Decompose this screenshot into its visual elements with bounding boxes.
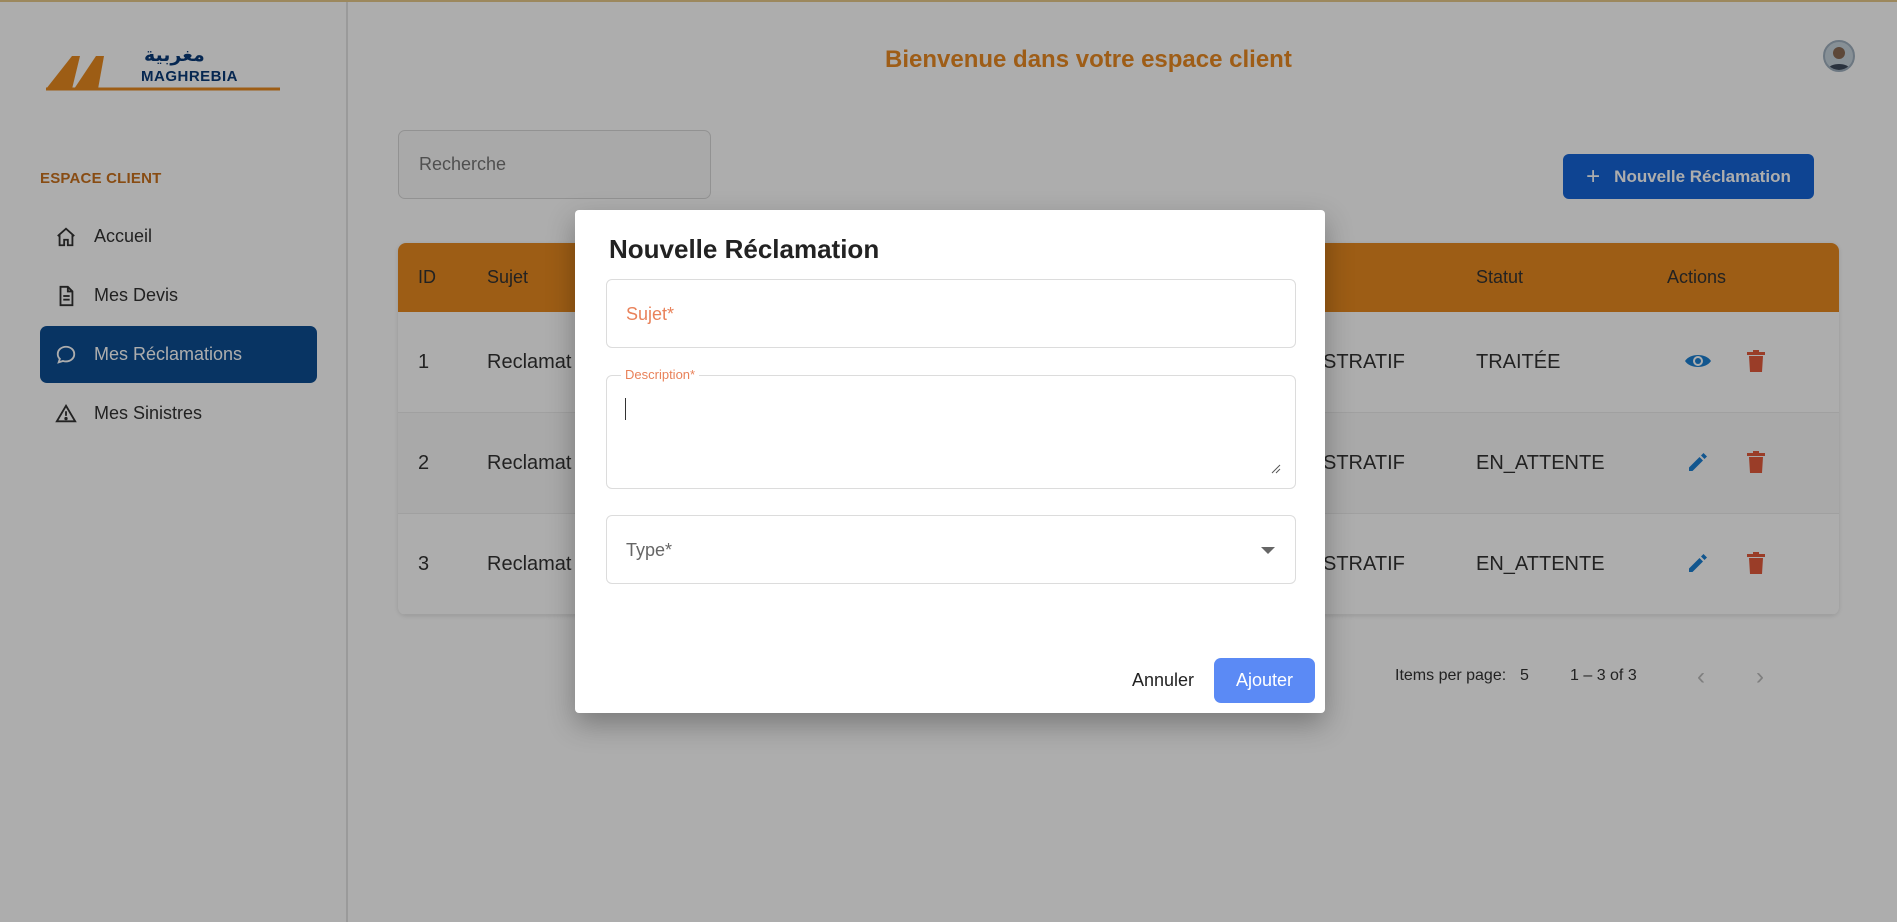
text-caret	[625, 398, 626, 420]
chevron-down-icon	[1261, 547, 1275, 554]
subject-field[interactable]: Sujet*	[606, 279, 1296, 348]
description-field-label: Description*	[621, 367, 700, 382]
new-reclamation-dialog: Nouvelle Réclamation Sujet* Description*…	[575, 210, 1325, 713]
add-button[interactable]: Ajouter	[1214, 658, 1315, 703]
resize-handle-icon[interactable]	[1271, 464, 1281, 474]
type-select[interactable]: Type*	[606, 515, 1296, 584]
subject-field-label: Sujet*	[626, 304, 675, 324]
dialog-title: Nouvelle Réclamation	[609, 234, 880, 264]
cancel-button[interactable]: Annuler	[1132, 670, 1194, 691]
description-field[interactable]: Description*	[606, 367, 1296, 489]
type-select-label: Type*	[626, 540, 673, 560]
